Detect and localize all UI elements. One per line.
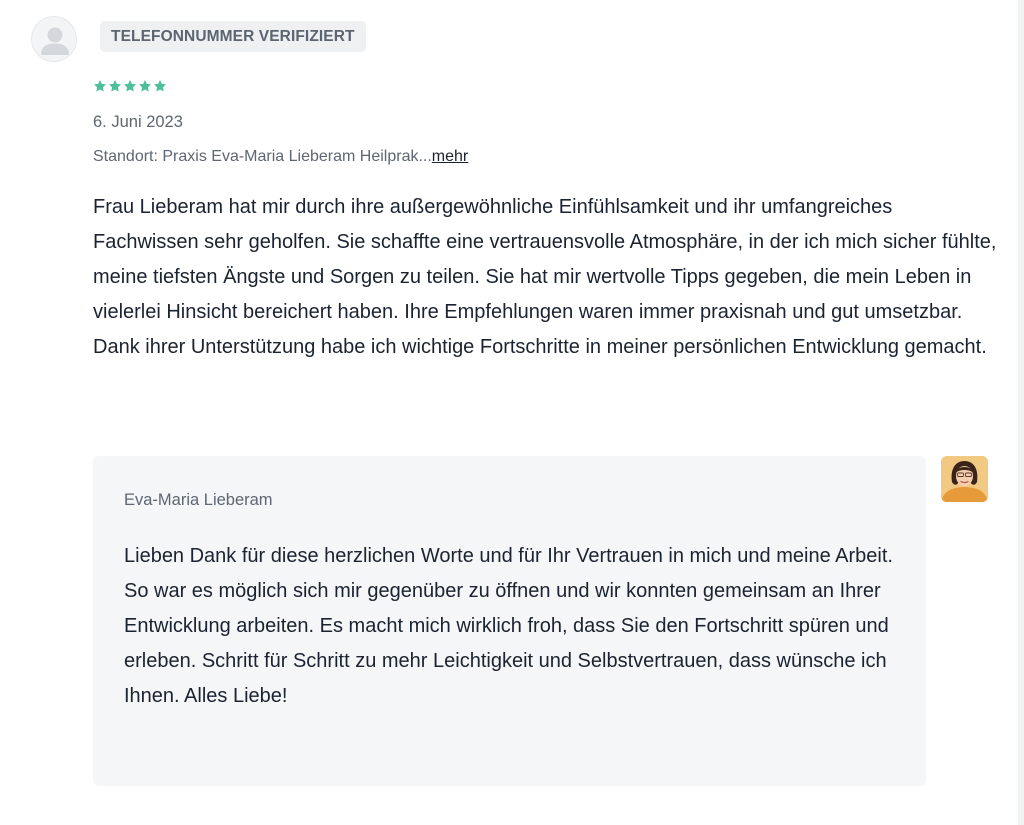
star-icon [153,79,167,93]
reply-body: Lieben Dank für diese herzlichen Worte u… [124,545,893,707]
owner-reply: Eva-Maria Lieberam Lieben Dank für diese… [93,456,926,786]
star-icon [123,79,137,93]
user-placeholder-icon [31,16,77,62]
review-date: 6. Juni 2023 [93,113,183,131]
reply-author: Eva-Maria Lieberam [124,491,273,509]
scrollbar-track[interactable] [1018,0,1024,825]
review-location: Standort: Praxis Eva-Maria Lieberam Heil… [93,148,468,166]
verified-phone-badge: TELEFONNUMMER VERIFIZIERT [100,21,366,52]
star-icon [108,79,122,93]
review-card: TELEFONNUMMER VERIFIZIERT 6. Juni 2023 S… [0,0,1024,825]
review-body: Frau Lieberam hat mir durch ihre außerge… [93,196,997,358]
owner-photo-icon [941,456,988,502]
star-icon [93,79,107,93]
star-icon [138,79,152,93]
star-rating [93,79,167,93]
location-text: Standort: Praxis Eva-Maria Lieberam Heil… [93,148,432,165]
more-link[interactable]: mehr [432,148,468,165]
